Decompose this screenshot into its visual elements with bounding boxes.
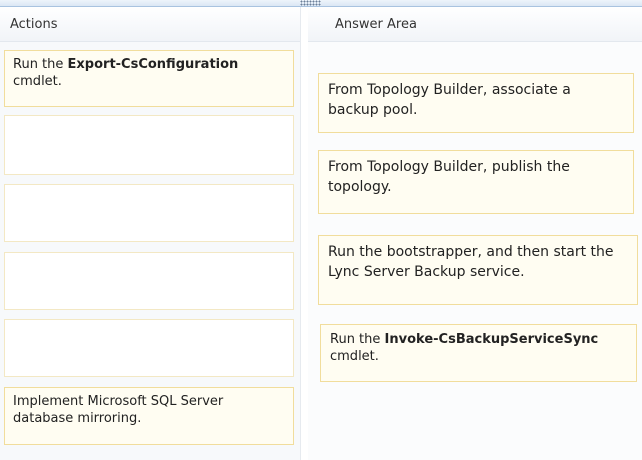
top-title-bar: [0, 0, 642, 7]
action-card-sql-mirroring[interactable]: Implement Microsoft SQL Server database …: [4, 387, 294, 445]
actions-list: Run the Export-CsConfiguration cmdlet. I…: [0, 42, 300, 460]
actions-panel: Actions Run the Export-CsConfiguration c…: [0, 7, 300, 460]
splitter-grip-icon[interactable]: [300, 0, 321, 6]
answer-card-text: From Topology Builder, publish the topol…: [328, 159, 570, 195]
actions-header: Actions: [0, 7, 300, 42]
empty-action-slot[interactable]: [4, 115, 294, 175]
answer-card-run-bootstrapper[interactable]: Run the bootstrapper, and then start the…: [318, 235, 638, 305]
answer-card-text-post: cmdlet.: [330, 349, 379, 364]
action-card-text-post: cmdlet.: [13, 74, 62, 89]
answer-card-publish-topology[interactable]: From Topology Builder, publish the topol…: [318, 150, 634, 214]
answer-area-list: From Topology Builder, associate a backu…: [308, 42, 642, 460]
answer-card-text: Run the bootstrapper, and then start the…: [328, 244, 614, 280]
action-card-text: Implement Microsoft SQL Server database …: [13, 394, 224, 426]
empty-action-slot[interactable]: [4, 252, 294, 310]
action-card-export-csconfiguration[interactable]: Run the Export-CsConfiguration cmdlet.: [4, 50, 294, 107]
answer-card-invoke-csbackupservicesync[interactable]: Run the Invoke-CsBackupServiceSync cmdle…: [320, 324, 637, 382]
empty-action-slot[interactable]: [4, 319, 294, 377]
answer-card-text: From Topology Builder, associate a backu…: [328, 82, 571, 118]
answer-area-header: Answer Area: [308, 7, 642, 42]
answer-card-text-pre: Run the: [330, 332, 385, 347]
answer-area-panel: Answer Area From Topology Builder, assoc…: [308, 7, 642, 460]
answer-card-associate-backup-pool[interactable]: From Topology Builder, associate a backu…: [318, 73, 634, 133]
empty-action-slot[interactable]: [4, 184, 294, 242]
action-card-text-bold: Export-CsConfiguration: [67, 57, 239, 72]
action-card-text-pre: Run the: [13, 57, 68, 72]
answer-card-text-bold: Invoke-CsBackupServiceSync: [384, 332, 599, 347]
